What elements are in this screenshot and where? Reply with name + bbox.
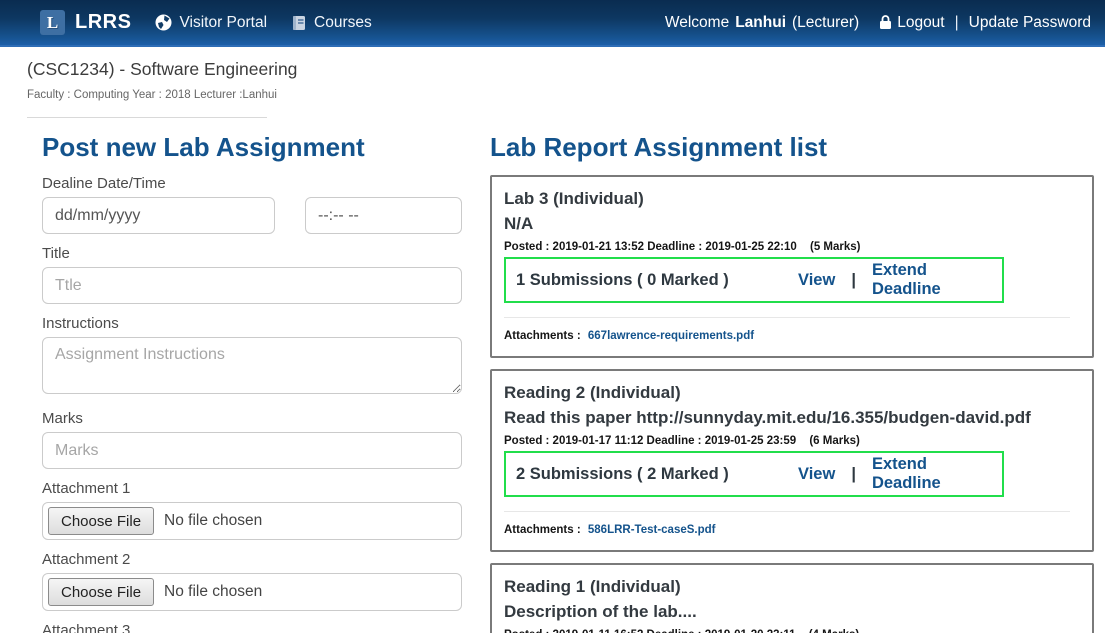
link-separator: | [851, 271, 856, 290]
link-separator: | [851, 465, 856, 484]
title-input[interactable] [42, 267, 462, 304]
assignment-description: N/A [504, 214, 1080, 234]
attachment-1-file-input: Choose File No file chosen [42, 502, 462, 540]
posted-deadline-line: Posted : 2019-01-21 13:52 Deadline : 201… [504, 241, 1080, 253]
file-status: No file chosen [164, 583, 262, 601]
submissions-count: 2 Submissions ( 2 Marked ) [516, 465, 798, 484]
nav-separator: | [955, 14, 959, 32]
attachment-3-label: Attachment 3 [42, 622, 462, 633]
book-icon [291, 15, 307, 31]
nav-courses-label: Courses [314, 14, 372, 32]
file-status: No file chosen [164, 512, 262, 530]
attachments-line: Attachments : 667lawrence-requirements.p… [504, 330, 1080, 342]
instructions-label: Instructions [42, 315, 462, 332]
post-assignment-form: Post new Lab Assignment Dealine Date/Tim… [42, 118, 462, 633]
deadline-label: Dealine Date/Time [42, 175, 462, 192]
deadline-date-input[interactable] [42, 197, 275, 234]
assignment-card: Lab 3 (Individual) N/A Posted : 2019-01-… [490, 175, 1094, 358]
attachments-label: Attachments : [504, 330, 581, 342]
assignment-title: Reading 1 (Individual) [504, 577, 1080, 597]
nav-visitor-portal-label: Visitor Portal [179, 14, 267, 32]
attachment-1-label: Attachment 1 [42, 480, 462, 497]
marks-badge: (5 Marks) [810, 241, 861, 253]
form-heading: Post new Lab Assignment [42, 132, 462, 163]
nav-visitor-portal[interactable]: Visitor Portal [155, 14, 267, 32]
assignment-card: Reading 1 (Individual) Description of th… [490, 563, 1094, 633]
attachment-file-link[interactable]: 586LRR-Test-caseS.pdf [588, 524, 716, 536]
lock-icon [879, 15, 892, 30]
globe-icon [155, 14, 172, 31]
card-divider [504, 317, 1070, 318]
submissions-count: 1 Submissions ( 0 Marked ) [516, 271, 798, 290]
attachment-2-file-input: Choose File No file chosen [42, 573, 462, 611]
user-role: (Lecturer) [792, 14, 859, 32]
extend-deadline-link[interactable]: Extend Deadline [872, 455, 992, 493]
attachment-2-label: Attachment 2 [42, 551, 462, 568]
assignment-card: Reading 2 (Individual) Read this paper h… [490, 369, 1094, 552]
choose-file-button[interactable]: Choose File [48, 578, 154, 606]
card-divider [504, 511, 1070, 512]
submissions-box: 2 Submissions ( 2 Marked ) View | Extend… [504, 451, 1004, 497]
course-title: (CSC1234) - Software Engineering [27, 59, 1105, 80]
logout-link[interactable]: Logout [897, 14, 944, 32]
assignment-list: Lab Report Assignment list Lab 3 (Indivi… [490, 118, 1094, 633]
attachment-file-link[interactable]: 667lawrence-requirements.pdf [588, 330, 754, 342]
choose-file-button[interactable]: Choose File [48, 507, 154, 535]
welcome-text: Welcome [665, 14, 729, 32]
assignment-description: Description of the lab.... [504, 602, 1080, 622]
posted-deadline-line: Posted : 2019-01-17 11:12 Deadline : 201… [504, 435, 1080, 447]
marks-badge: (6 Marks) [809, 435, 860, 447]
submissions-box: 1 Submissions ( 0 Marked ) View | Extend… [504, 257, 1004, 303]
posted-text: Posted : 2019-01-21 13:52 Deadline : 201… [504, 241, 797, 253]
title-label: Title [42, 245, 462, 262]
username: Lanhui [735, 14, 786, 32]
view-link[interactable]: View [798, 465, 835, 484]
course-meta: Faculty : Computing Year : 2018 Lecturer… [27, 89, 1105, 101]
extend-deadline-link[interactable]: Extend Deadline [872, 261, 992, 299]
course-header: (CSC1234) - Software Engineering Faculty… [0, 47, 1105, 118]
posted-deadline-line: Posted : 2019-01-11 16:52 Deadline : 201… [504, 629, 1080, 633]
posted-text: Posted : 2019-01-17 11:12 Deadline : 201… [504, 435, 796, 447]
posted-text: Posted : 2019-01-11 16:52 Deadline : 201… [504, 629, 796, 633]
app-logo-icon[interactable]: L [40, 10, 65, 35]
marks-label: Marks [42, 410, 462, 427]
attachments-line: Attachments : 586LRR-Test-caseS.pdf [504, 524, 1080, 536]
navbar: L LRRS Visitor Portal Courses Welcome La… [0, 0, 1105, 47]
brand-title[interactable]: LRRS [75, 11, 131, 34]
marks-badge: (4 Marks) [809, 629, 860, 633]
list-heading: Lab Report Assignment list [490, 132, 1094, 163]
assignment-title: Lab 3 (Individual) [504, 189, 1080, 209]
marks-input[interactable] [42, 432, 462, 469]
deadline-time-input[interactable] [305, 197, 462, 234]
attachments-label: Attachments : [504, 524, 581, 536]
nav-courses[interactable]: Courses [291, 14, 372, 32]
update-password-link[interactable]: Update Password [969, 14, 1091, 32]
view-link[interactable]: View [798, 271, 835, 290]
assignment-description: Read this paper http://sunnyday.mit.edu/… [504, 408, 1080, 428]
assignment-title: Reading 2 (Individual) [504, 383, 1080, 403]
instructions-textarea[interactable] [42, 337, 462, 394]
